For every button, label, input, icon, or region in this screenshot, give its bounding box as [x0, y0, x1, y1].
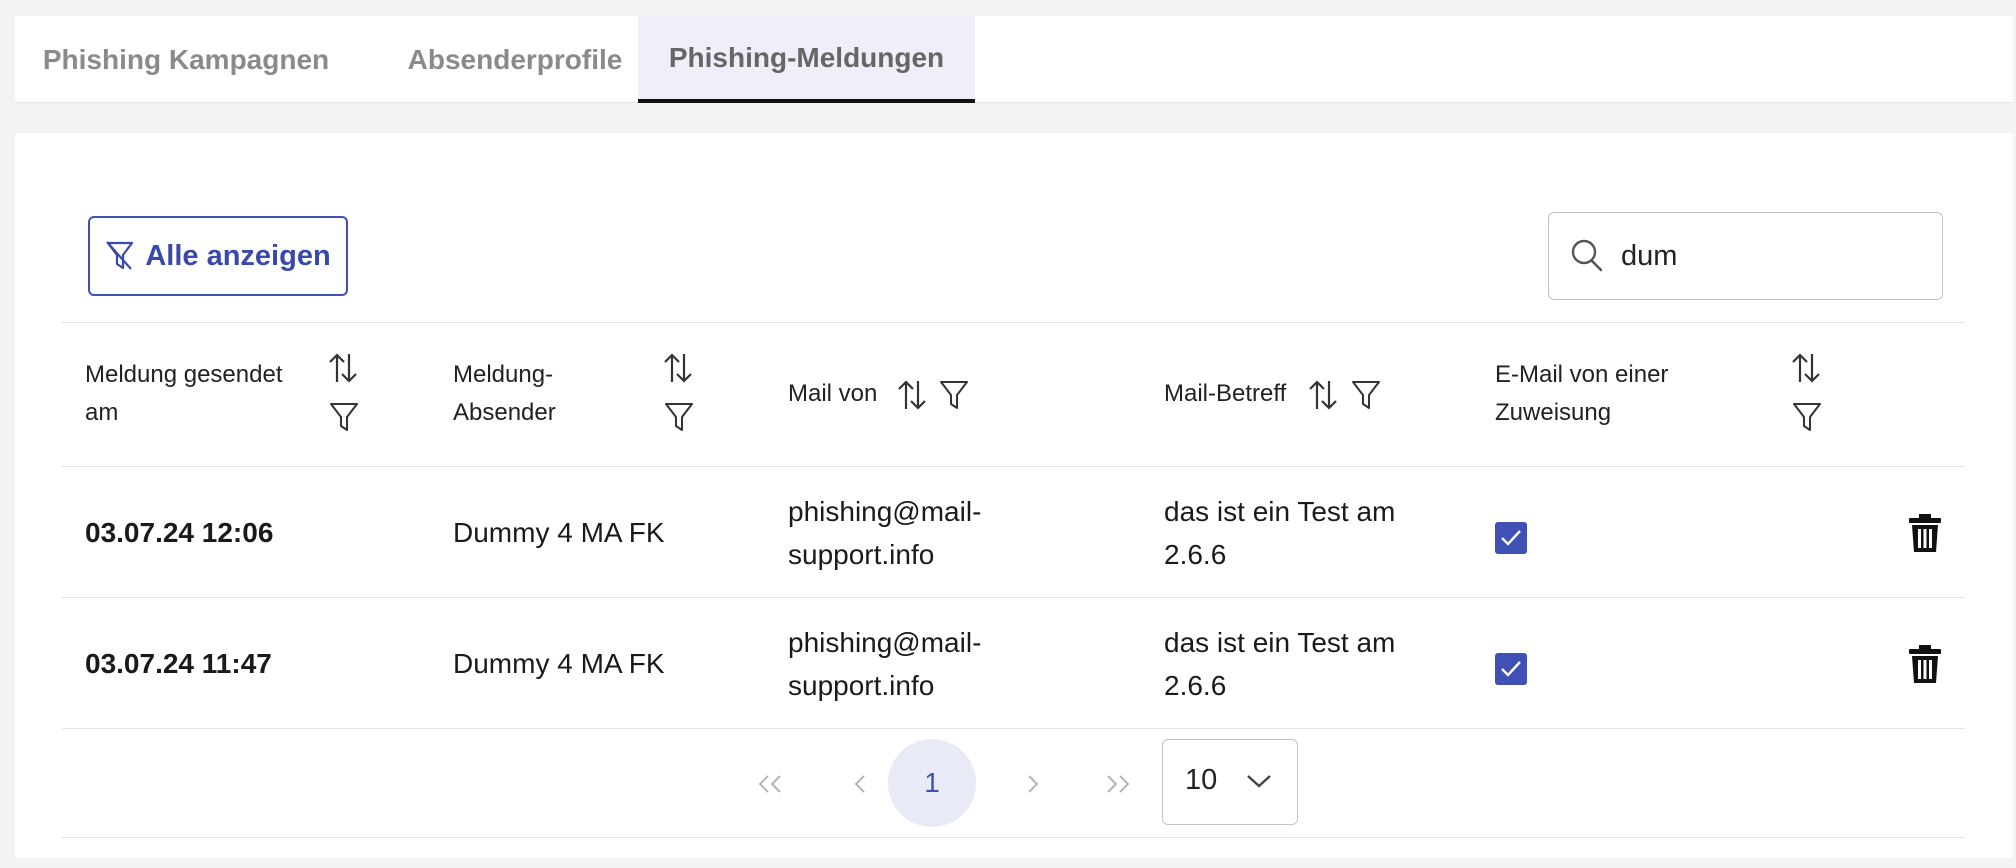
filter-icon[interactable]: [1792, 401, 1822, 433]
header-label: Zuweisung: [1495, 399, 1612, 426]
column-header-subject[interactable]: Mail-Betreff: [1164, 375, 1286, 413]
cell-text: 2.6.6: [1164, 539, 1227, 570]
search-box: [1548, 212, 1943, 300]
sort-icon[interactable]: [662, 351, 694, 385]
sort-icon[interactable]: [1790, 351, 1822, 385]
sort-icon[interactable]: [1307, 378, 1339, 412]
check-icon: [1501, 661, 1521, 677]
chevron-right-icon: [1028, 775, 1039, 793]
sort-icon[interactable]: [327, 351, 359, 385]
tab-bar: Phishing Kampagnen Absenderprofile Phish…: [15, 16, 2013, 103]
search-input[interactable]: [1621, 233, 1921, 279]
show-all-label: Alle anzeigen: [145, 239, 331, 272]
cell-subject: das ist ein Test am 2.6.6: [1164, 490, 1395, 576]
cell-sender: Dummy 4 MA FK: [453, 517, 665, 548]
divider: [62, 837, 1964, 838]
filter-icon[interactable]: [329, 401, 359, 433]
reports-card: Alle anzeigen Meldung gesendet am Meldun…: [15, 133, 2013, 858]
cell-text: das ist ein Test am: [1164, 627, 1396, 658]
cell-text: phishing@mail-: [788, 627, 982, 658]
double-chevron-left-icon: [758, 775, 781, 793]
cell-text: phishing@mail-: [788, 496, 982, 527]
filter-icon[interactable]: [664, 401, 694, 433]
divider: [62, 466, 1964, 467]
filter-icon[interactable]: [1351, 379, 1381, 411]
chevron-left-icon: [854, 775, 865, 793]
cell-mail-from: phishing@mail- support.info: [788, 621, 981, 707]
tab-phishing-meldungen[interactable]: Phishing-Meldungen: [638, 16, 975, 103]
last-page-button[interactable]: [1073, 741, 1163, 827]
filter-clear-icon: [106, 241, 134, 270]
first-page-button[interactable]: [725, 741, 815, 827]
header-label: Absender: [453, 399, 556, 426]
cell-text: das ist ein Test am: [1164, 496, 1396, 527]
cell-subject: das ist ein Test am 2.6.6: [1164, 621, 1395, 707]
show-all-button[interactable]: Alle anzeigen: [88, 216, 348, 296]
trash-icon[interactable]: [1908, 513, 1942, 553]
cell-text: 2.6.6: [1164, 670, 1227, 701]
cell-mail-from: phishing@mail- support.info: [788, 490, 981, 576]
cell-sent-at: 03.07.24 12:06: [85, 517, 274, 548]
divider: [62, 322, 1964, 323]
header-label: Meldung-: [453, 361, 554, 388]
page-number-current[interactable]: 1: [888, 739, 976, 827]
header-label: E-Mail von einer: [1495, 361, 1669, 388]
filter-icon[interactable]: [939, 379, 969, 411]
column-header-mail-from[interactable]: Mail von: [788, 375, 877, 413]
divider: [62, 597, 1964, 598]
divider: [62, 728, 1964, 729]
cell-text: support.info: [788, 670, 935, 701]
search-icon: [1571, 239, 1603, 272]
double-chevron-right-icon: [1107, 775, 1130, 793]
page-size-select[interactable]: 10: [1162, 739, 1298, 825]
chevron-down-icon: [1247, 775, 1271, 788]
cell-sender: Dummy 4 MA FK: [453, 648, 665, 679]
column-header-sent-at[interactable]: Meldung gesendet am: [85, 356, 282, 432]
header-label: am: [85, 399, 119, 426]
page-size-value: 10: [1185, 764, 1218, 796]
assignment-checkbox[interactable]: [1495, 522, 1527, 554]
column-header-sender[interactable]: Meldung- Absender: [453, 356, 556, 432]
cell-text: support.info: [788, 539, 935, 570]
sort-icon[interactable]: [896, 378, 928, 412]
next-page-button[interactable]: [988, 741, 1078, 827]
assignment-checkbox[interactable]: [1495, 653, 1527, 685]
tab-phishing-kampagnen[interactable]: Phishing Kampagnen: [35, 16, 337, 103]
check-icon: [1501, 530, 1521, 546]
cell-sent-at: 03.07.24 11:47: [85, 648, 272, 679]
trash-icon[interactable]: [1908, 644, 1942, 684]
column-header-assignment[interactable]: E-Mail von einer Zuweisung: [1495, 356, 1668, 432]
header-label: Meldung gesendet: [85, 361, 283, 388]
tab-absenderprofile[interactable]: Absenderprofile: [377, 16, 653, 103]
